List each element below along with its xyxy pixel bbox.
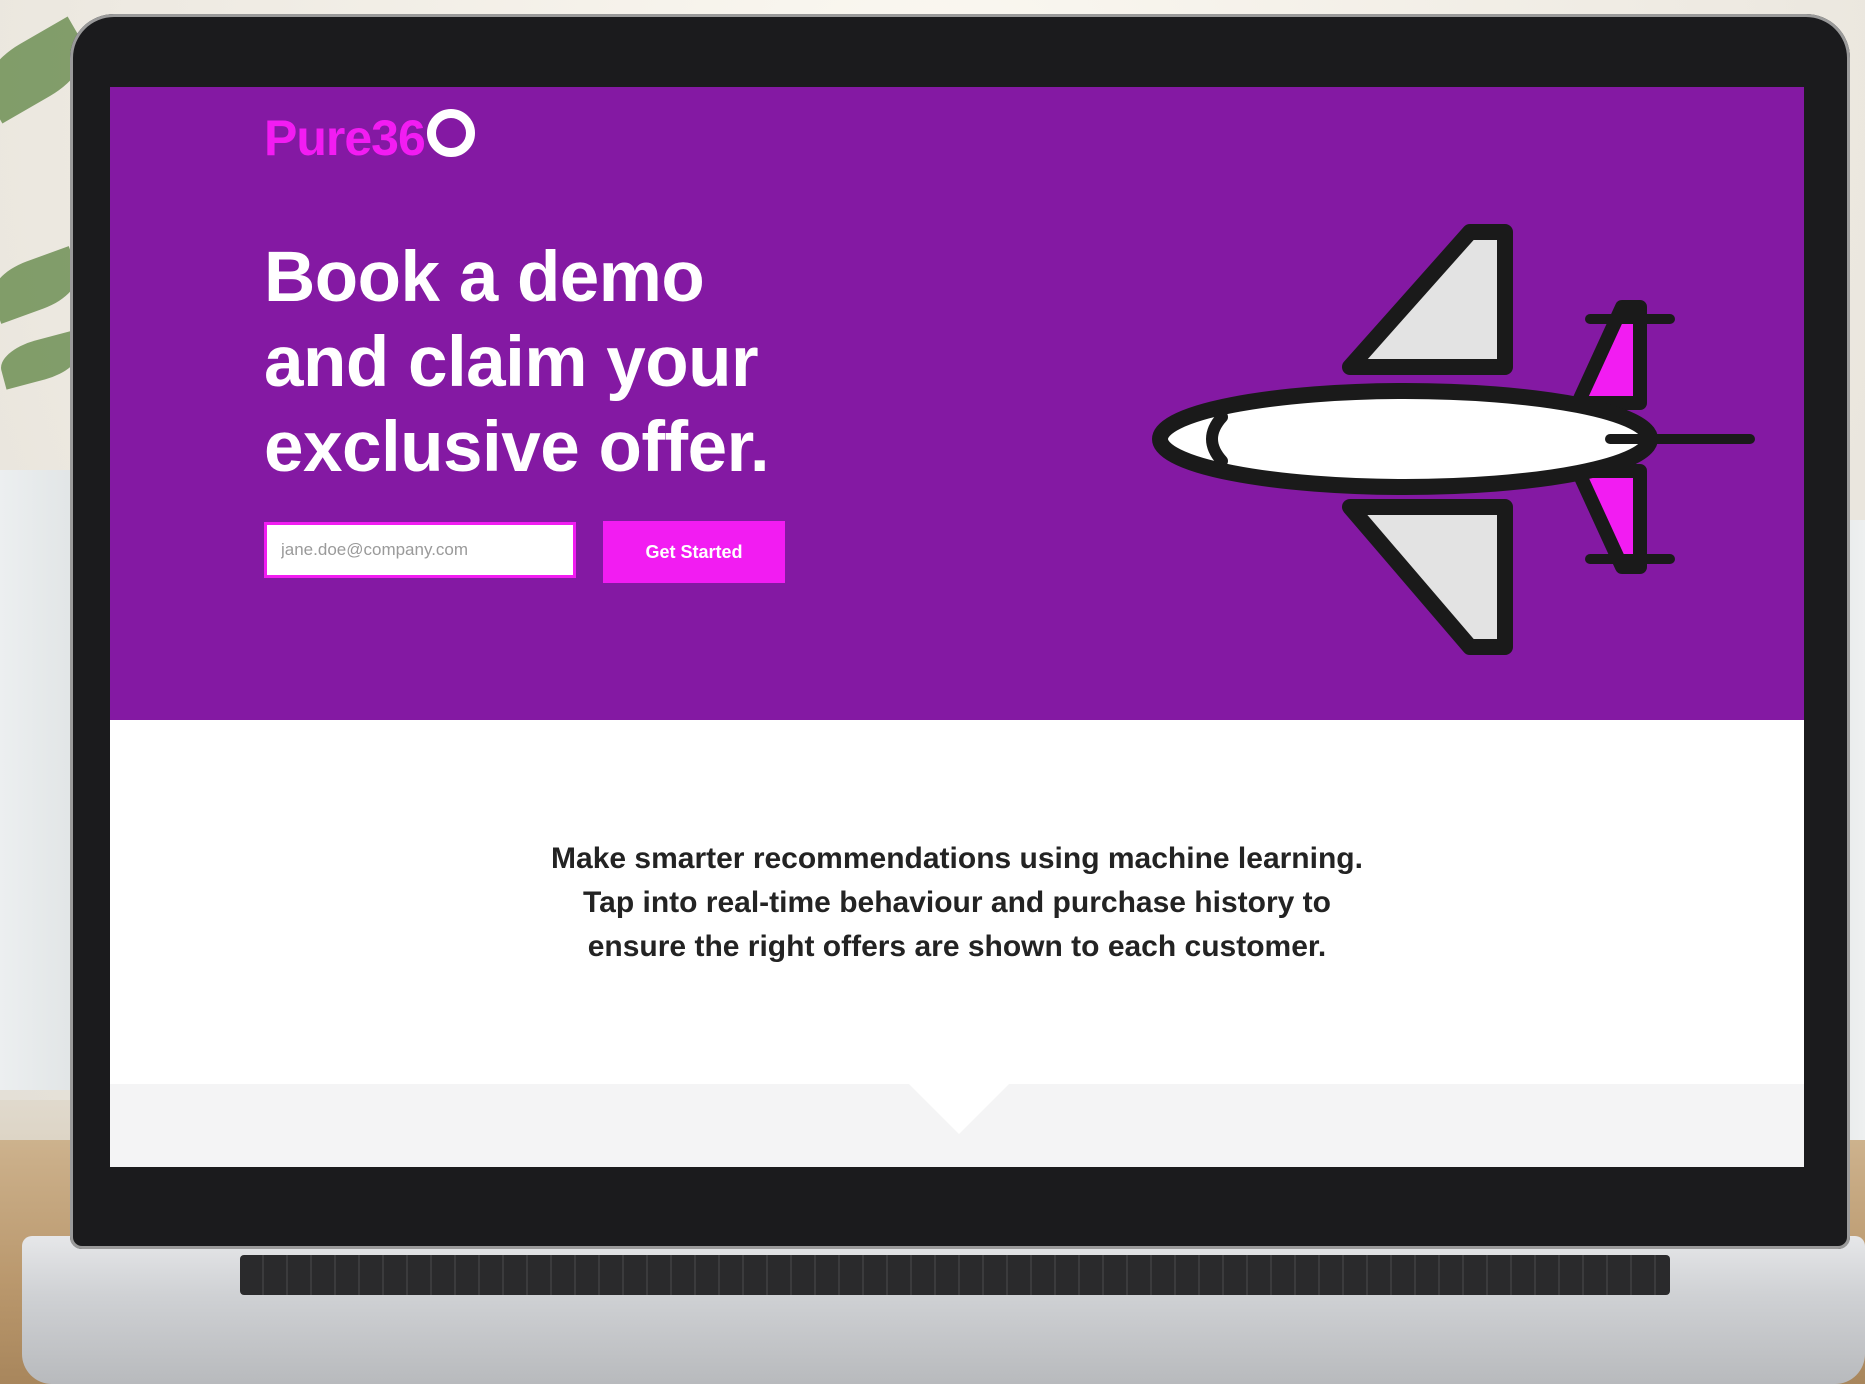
airplane-icon (1152, 224, 1755, 655)
logo-o-icon (426, 109, 475, 157)
section-divider-arrow (909, 1084, 1009, 1134)
content-line: Make smarter recommendations using machi… (551, 842, 1363, 875)
logo-text: Pure36 (264, 110, 426, 166)
headline-line: exclusive offer. (264, 408, 770, 487)
headline-line: and claim your (264, 323, 759, 402)
content-description: Make smarter recommendations using machi… (407, 837, 1507, 969)
email-field[interactable] (264, 522, 576, 578)
get-started-button[interactable]: Get Started (603, 521, 785, 583)
headline-line: Book a demo (264, 238, 705, 317)
content-line: ensure the right offers are shown to eac… (587, 930, 1327, 963)
page-title: Book a demo and claim your exclusive off… (264, 235, 904, 490)
laptop-screen: Pure36 Book a demo and claim your exclus… (110, 87, 1804, 1167)
hero-section: Pure36 Book a demo and claim your exclus… (110, 87, 1804, 720)
content-line: Tap into real-time behaviour and purchas… (583, 886, 1331, 919)
keyboard (240, 1255, 1670, 1295)
brand-logo[interactable]: Pure36 (264, 109, 475, 167)
photo-scene: Pure36 Book a demo and claim your exclus… (0, 0, 1865, 1384)
